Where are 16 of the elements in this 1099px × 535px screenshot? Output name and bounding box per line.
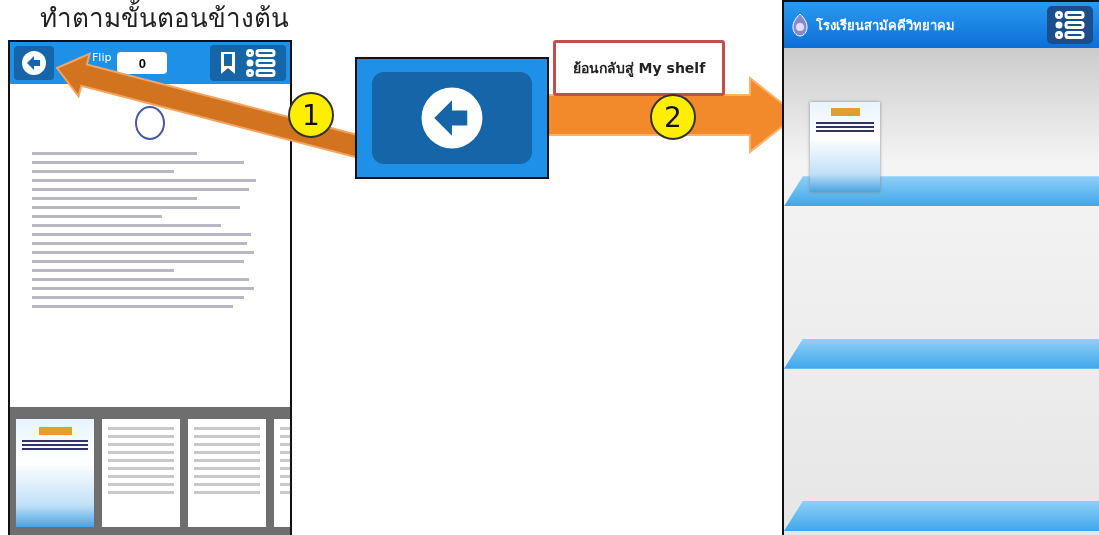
back-button[interactable] bbox=[14, 46, 54, 80]
page-field[interactable]: 0 bbox=[117, 52, 168, 74]
bookmark-icon bbox=[220, 51, 236, 75]
book-cover[interactable] bbox=[810, 102, 880, 193]
page-thumbnail[interactable] bbox=[188, 419, 266, 527]
menu-icon bbox=[1055, 10, 1085, 40]
school-name: โรงเรียนสามัคคีวิทยาคม bbox=[816, 16, 955, 35]
slide-title: ทำตามขั้นตอนข้างต้น bbox=[40, 0, 289, 36]
callout-label: ย้อนกลับสู่ My shelf bbox=[553, 40, 725, 96]
page-thumbnail[interactable] bbox=[16, 419, 94, 527]
toolbar-label: Flip bbox=[92, 50, 112, 64]
back-button[interactable] bbox=[372, 72, 532, 164]
menu-button[interactable] bbox=[244, 47, 278, 79]
menu-icon bbox=[246, 49, 276, 77]
menu-button[interactable] bbox=[1047, 6, 1093, 44]
page-thumbnail[interactable] bbox=[102, 419, 180, 527]
